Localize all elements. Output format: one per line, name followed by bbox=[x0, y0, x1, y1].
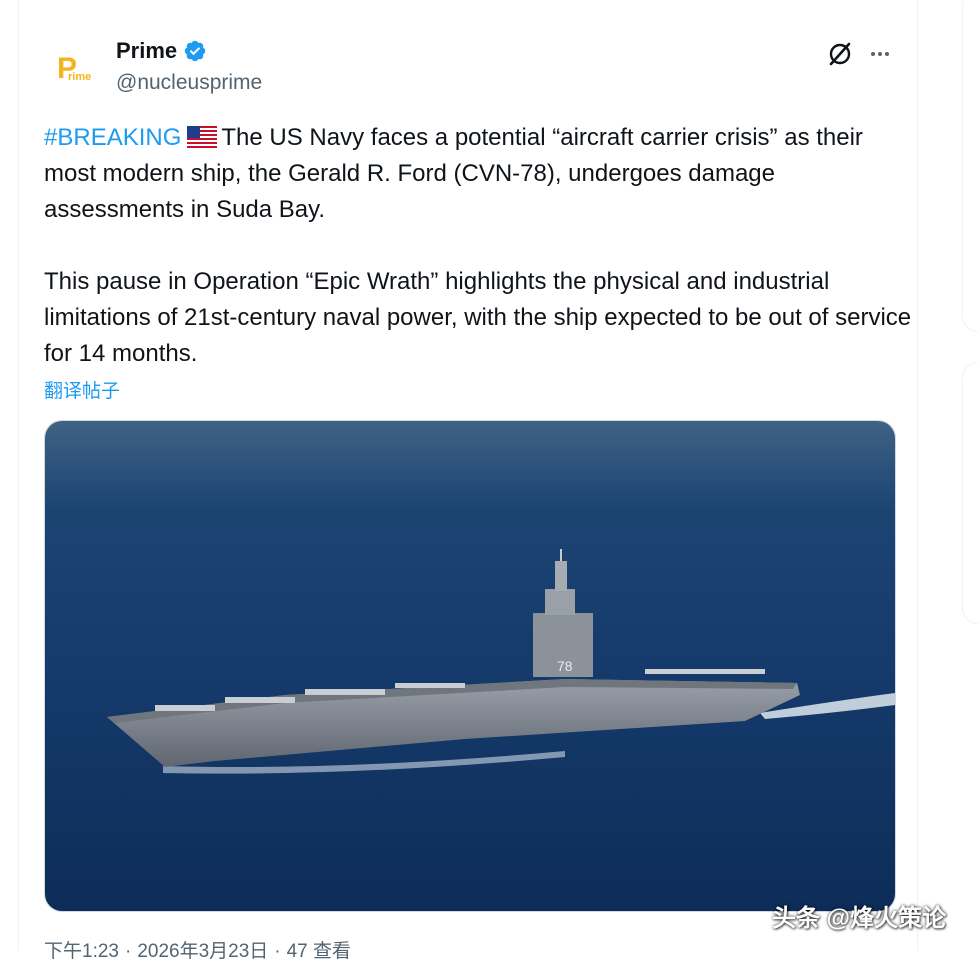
meta-separator: · bbox=[124, 941, 132, 962]
more-button[interactable] bbox=[864, 38, 896, 70]
tweet-media-image[interactable]: 78 bbox=[44, 420, 896, 912]
sidebar-panel-top bbox=[962, 0, 978, 332]
tweet-text: #BREAKING The US Navy faces a potential “… bbox=[44, 120, 914, 372]
tweet-paragraph-1: #BREAKING The US Navy faces a potential “… bbox=[44, 120, 914, 228]
watermark-text: 头条 @烽火策论 bbox=[772, 905, 947, 932]
aircraft-carrier-photo: 78 bbox=[45, 421, 895, 911]
translate-post-link[interactable]: 翻译帖子 bbox=[44, 376, 120, 403]
tweet-time[interactable]: 下午1:23 bbox=[44, 941, 119, 962]
card-right-border bbox=[917, 0, 918, 950]
author-handle[interactable]: @nucleusprime bbox=[116, 71, 262, 95]
tweet-date[interactable]: 2026年3月23日 bbox=[137, 941, 268, 962]
author-display-name[interactable]: Prime bbox=[116, 38, 177, 64]
grok-icon bbox=[829, 42, 851, 66]
svg-text:rime: rime bbox=[68, 71, 91, 83]
us-flag-icon bbox=[187, 126, 218, 148]
avatar[interactable]: P rime bbox=[46, 42, 98, 94]
more-horizontal-icon bbox=[871, 52, 875, 56]
hashtag-link[interactable]: #BREAKING bbox=[44, 124, 181, 151]
verified-badge-icon[interactable] bbox=[183, 39, 207, 63]
prime-logo-icon: P rime bbox=[46, 42, 98, 94]
tweet-paragraph-2: This pause in Operation “Epic Wrath” hig… bbox=[44, 268, 912, 367]
views-count: 47 bbox=[286, 941, 308, 962]
hull-number: 78 bbox=[557, 658, 573, 674]
meta-separator: · bbox=[274, 941, 281, 962]
card-left-border bbox=[18, 0, 19, 950]
author-name-row[interactable]: Prime bbox=[116, 38, 207, 64]
sidebar-panel-bottom bbox=[962, 362, 978, 624]
grok-button[interactable] bbox=[824, 38, 856, 70]
views-label: 查看 bbox=[313, 941, 352, 962]
